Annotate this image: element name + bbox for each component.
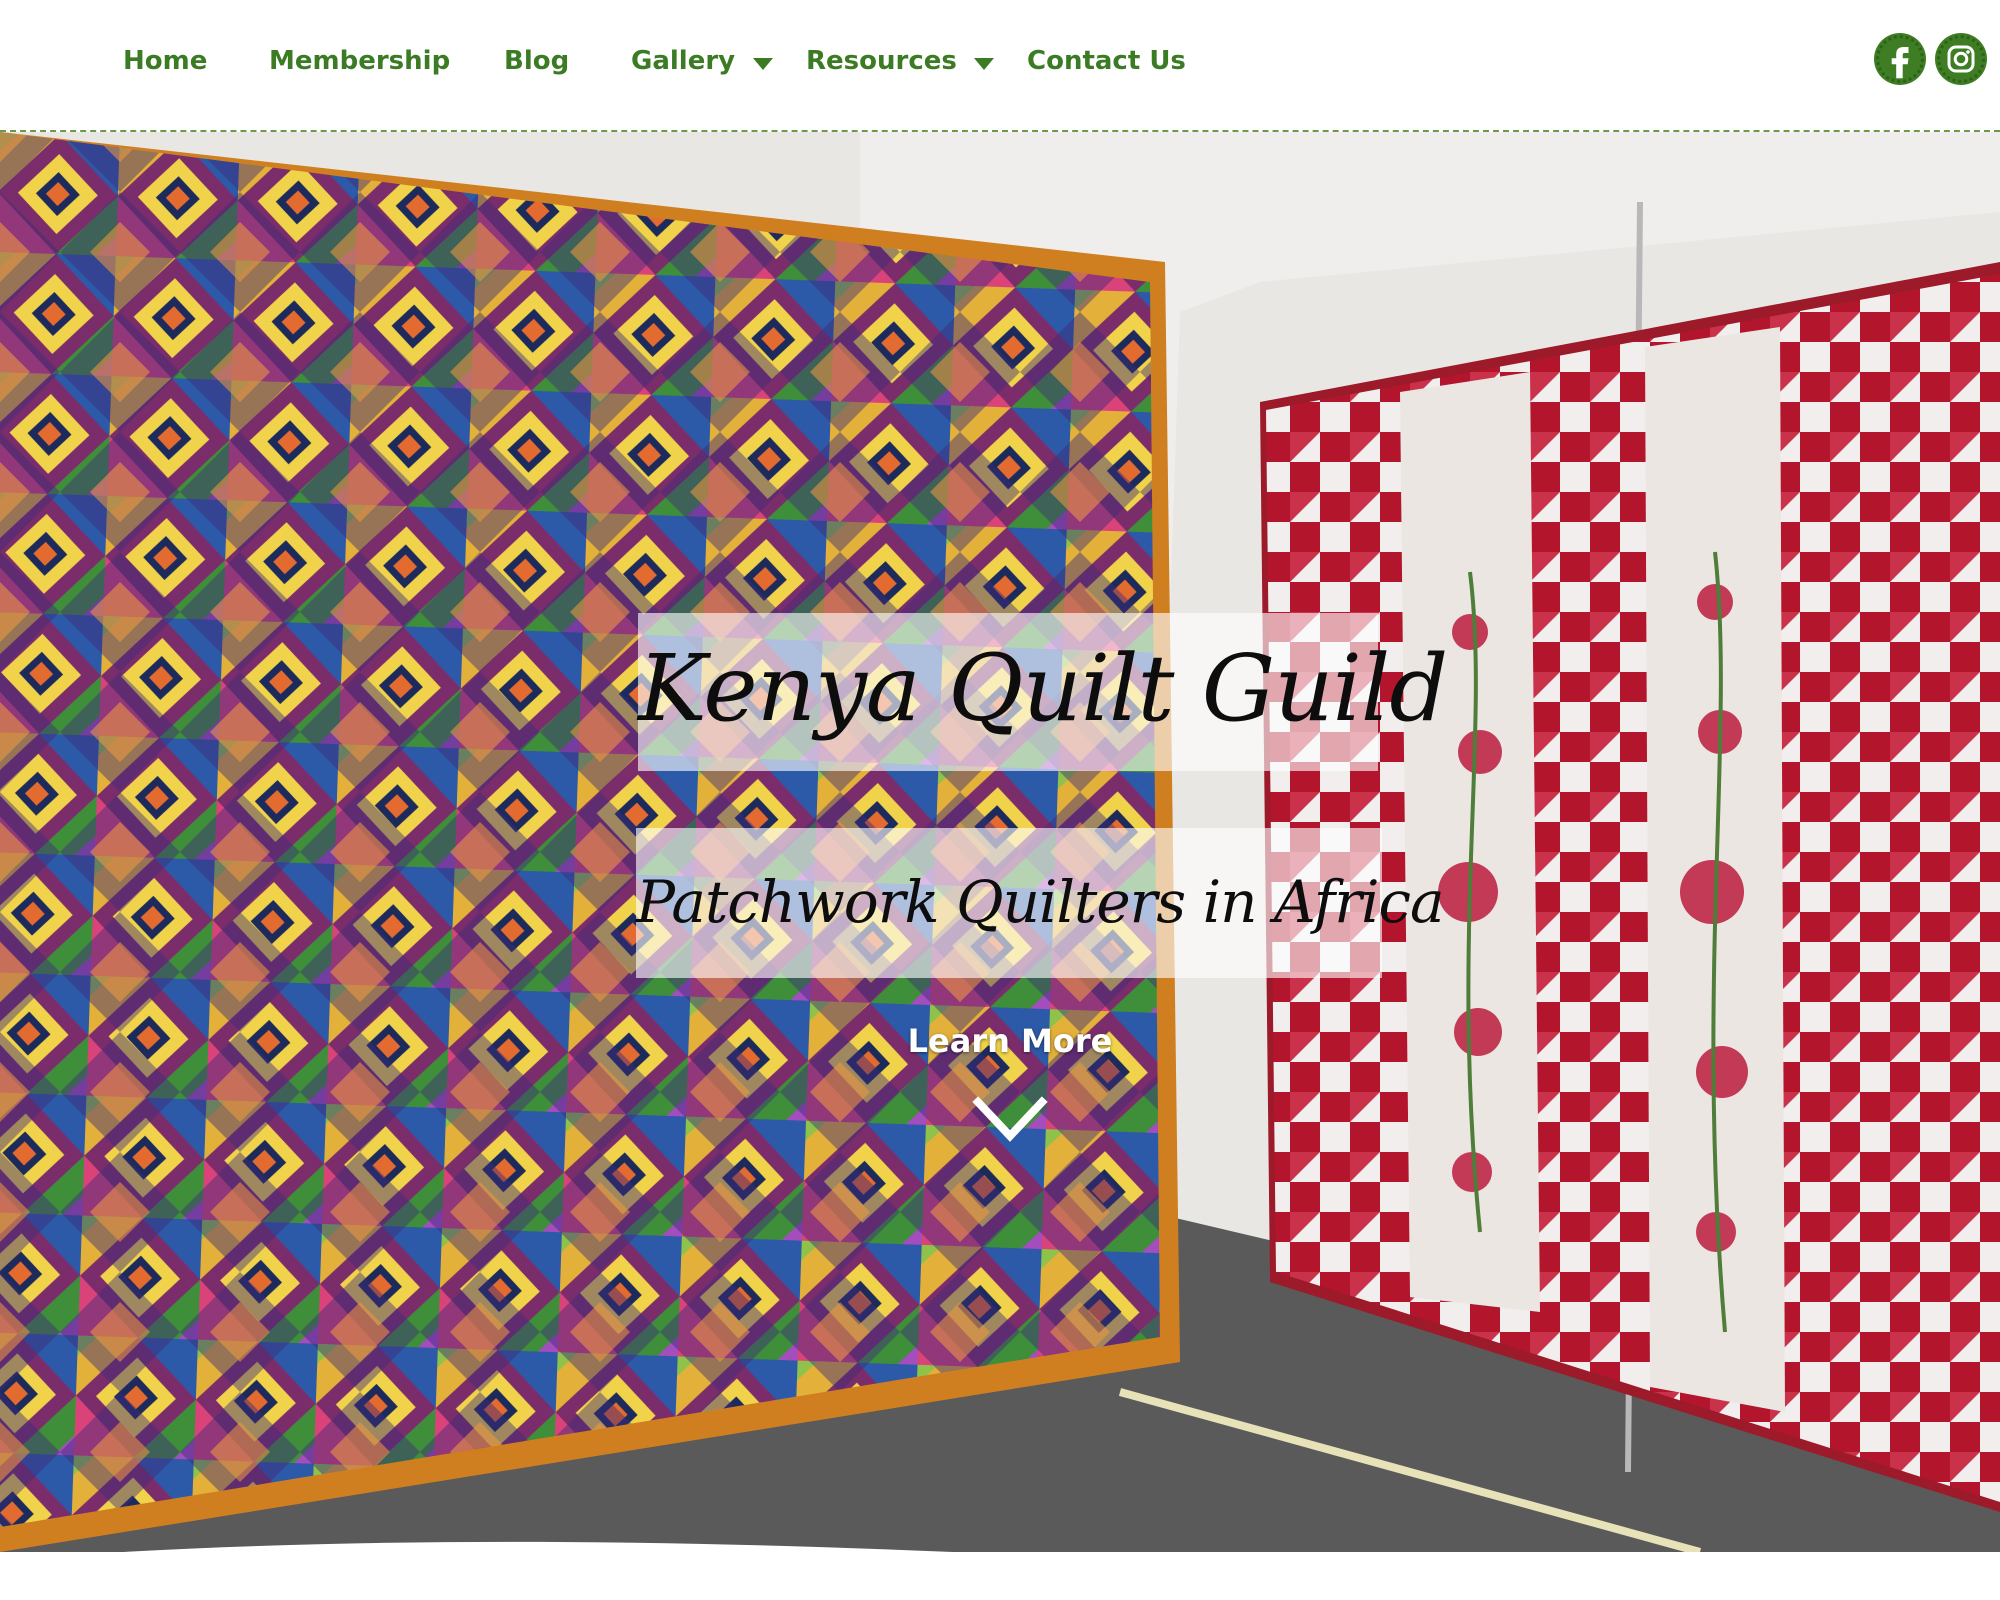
instagram-icon <box>1947 45 1975 73</box>
gallery-dropdown-caret-icon[interactable] <box>753 58 773 70</box>
hero-title: Kenya Quilt Guild <box>638 635 1448 742</box>
hero-section: Kenya Quilt Guild Patchwork Quilters in … <box>0 132 2000 1552</box>
resources-dropdown-caret-icon[interactable] <box>974 58 994 70</box>
facebook-icon <box>1891 47 1909 79</box>
nav-blog[interactable]: Blog <box>504 46 569 76</box>
facebook-link[interactable] <box>1874 33 1926 85</box>
main-nav: Home Membership Blog Gallery Resources C… <box>0 0 1400 128</box>
instagram-link[interactable] <box>1935 33 1987 85</box>
site-header: Home Membership Blog Gallery Resources C… <box>0 0 2000 132</box>
chevron-down-icon[interactable] <box>970 1092 1050 1148</box>
title-panel: Kenya Quilt Guild <box>638 613 1448 771</box>
learn-more-button[interactable]: Learn More <box>800 1022 1220 1060</box>
subtitle-panel: Patchwork Quilters in Africa <box>636 828 1445 978</box>
nav-contact-us[interactable]: Contact Us <box>1027 46 1186 76</box>
nav-gallery[interactable]: Gallery <box>631 46 735 76</box>
nav-home[interactable]: Home <box>123 46 207 76</box>
hero-subtitle: Patchwork Quilters in Africa <box>636 868 1445 936</box>
nav-resources[interactable]: Resources <box>806 46 957 76</box>
hero-bottom-edge <box>0 1541 2000 1600</box>
nav-membership[interactable]: Membership <box>269 46 450 76</box>
